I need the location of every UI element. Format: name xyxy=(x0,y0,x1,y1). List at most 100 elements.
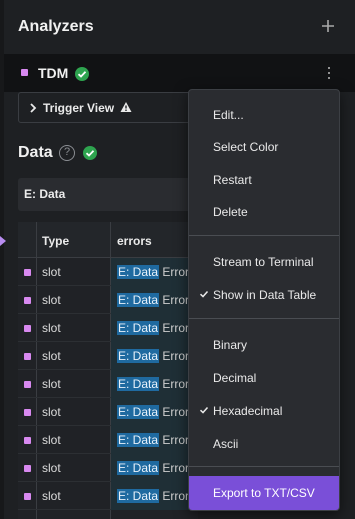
errors-cell: E: Data Error xyxy=(117,321,189,335)
data-status-ok-icon xyxy=(83,146,97,160)
table-row[interactable]: slot E: Data Error xyxy=(18,258,198,286)
row-color-marker xyxy=(24,493,31,500)
errors-cell-text: Error xyxy=(159,321,190,335)
type-cell: slot xyxy=(42,377,61,391)
menu-item-label: Hexadecimal xyxy=(213,404,283,418)
menu-item-binary[interactable]: Binary xyxy=(189,330,339,360)
column-header-type[interactable]: Type xyxy=(42,234,69,248)
export-to-csv-button[interactable]: Export to TXT/CSV xyxy=(189,476,339,510)
errors-cell: E: Data Error xyxy=(117,293,189,307)
errors-cell-text: Error xyxy=(159,349,190,363)
search-highlight: E: Data xyxy=(117,405,160,419)
data-section-title: Data xyxy=(18,144,53,161)
type-cell: slot xyxy=(42,461,61,475)
menu-item-label: Select Color xyxy=(213,140,279,154)
search-highlight: E: Data xyxy=(117,489,160,503)
errors-cell: E: Data Error xyxy=(117,433,189,447)
errors-cell-text: Error xyxy=(159,461,190,475)
errors-cell: E: Data Error xyxy=(117,377,189,391)
analyzer-name: TDM xyxy=(38,65,69,81)
menu-item-label: Edit... xyxy=(213,108,244,122)
trigger-view-toggle[interactable]: Trigger View xyxy=(18,92,196,123)
menu-item-label: Restart xyxy=(213,173,252,187)
type-cell: slot xyxy=(42,265,61,279)
errors-cell-text: Error xyxy=(159,377,190,391)
search-highlight: E: Data xyxy=(117,461,160,475)
menu-item-label: Decimal xyxy=(213,371,257,385)
menu-item-label: Show in Data Table xyxy=(213,288,317,302)
menu-separator xyxy=(189,235,339,236)
errors-cell: E: Data Error xyxy=(117,349,189,363)
search-highlight: E: Data xyxy=(117,265,160,279)
table-row[interactable]: slot E: Data Error xyxy=(18,398,198,426)
menu-item-edit[interactable]: Edit... xyxy=(189,100,339,130)
errors-cell: E: Data Error xyxy=(117,489,189,503)
chevron-right-icon xyxy=(30,103,37,113)
menu-separator xyxy=(189,318,339,319)
type-cell: slot xyxy=(42,433,61,447)
menu-item-label: Delete xyxy=(213,205,248,219)
add-analyzer-button[interactable] xyxy=(318,16,338,36)
menu-item-ascii[interactable]: Ascii xyxy=(189,429,339,459)
errors-cell-text: Error xyxy=(159,489,190,503)
search-highlight: E: Data xyxy=(117,293,160,307)
table-row[interactable]: slot E: Data Error xyxy=(18,426,198,454)
menu-item-show-in-data-table[interactable]: Show in Data Table xyxy=(189,280,339,310)
row-color-marker xyxy=(24,269,31,276)
search-highlight: E: Data xyxy=(117,349,160,363)
panel-header: Analyzers xyxy=(0,0,355,54)
errors-cell: E: Data Error xyxy=(117,405,189,419)
search-highlight: E: Data xyxy=(117,321,160,335)
row-color-marker xyxy=(24,297,31,304)
type-cell: slot xyxy=(42,405,61,419)
menu-item-delete[interactable]: Delete xyxy=(189,197,339,227)
menu-item-select-color[interactable]: Select Color xyxy=(189,132,339,162)
menu-item-decimal[interactable]: Decimal xyxy=(189,363,339,393)
search-input[interactable]: E: Data xyxy=(18,178,208,211)
more-options-icon[interactable] xyxy=(324,64,334,82)
row-color-marker xyxy=(24,465,31,472)
type-cell: slot xyxy=(42,293,61,307)
menu-item-label: Stream to Terminal xyxy=(213,255,314,269)
column-header-errors[interactable]: errors xyxy=(117,234,152,248)
row-color-marker xyxy=(24,353,31,360)
table-row[interactable]: slot E: Data Error xyxy=(18,370,198,398)
table-row[interactable]: slot E: Data Error xyxy=(18,482,198,510)
search-highlight: E: Data xyxy=(117,433,160,447)
panel-title: Analyzers xyxy=(18,18,94,35)
errors-cell: E: Data Error xyxy=(117,461,189,475)
menu-item-label: Ascii xyxy=(213,437,239,451)
warning-icon xyxy=(120,102,132,112)
data-table: Type errors slot E: Data Error slot E: Data… xyxy=(18,222,198,519)
errors-cell-text: Error xyxy=(159,265,190,279)
trigger-view-label: Trigger View xyxy=(43,101,115,115)
type-cell: slot xyxy=(42,489,61,503)
context-menu: Edit... Select Color Restart Delete Stre… xyxy=(188,89,340,511)
help-icon[interactable]: ? xyxy=(59,145,75,161)
menu-item-stream-to-terminal[interactable]: Stream to Terminal xyxy=(189,247,339,277)
checkmark-icon xyxy=(199,406,209,414)
analyzer-row-tdm[interactable]: TDM xyxy=(4,54,355,92)
search-input-value: E: Data xyxy=(24,187,66,201)
errors-cell-text: Error xyxy=(159,433,190,447)
menu-item-label: Binary xyxy=(213,338,248,352)
type-cell: slot xyxy=(42,321,61,335)
table-row[interactable]: slot E: Data Error xyxy=(18,454,198,482)
errors-cell: E: Data Error xyxy=(117,265,189,279)
menu-separator xyxy=(189,466,339,467)
row-color-marker xyxy=(24,437,31,444)
export-label: Export to TXT/CSV xyxy=(213,486,315,500)
table-header: Type errors xyxy=(18,222,198,258)
table-row[interactable]: slot E: Data Error xyxy=(18,342,198,370)
checkmark-icon xyxy=(199,290,209,298)
table-row[interactable]: slot E: Data Error xyxy=(18,314,198,342)
plus-icon xyxy=(322,20,334,32)
errors-cell-text: Error xyxy=(159,293,190,307)
menu-item-hexadecimal[interactable]: Hexadecimal xyxy=(189,396,339,426)
table-row[interactable]: slot E: Data Error xyxy=(18,286,198,314)
analyzers-panel: Analyzers TDM Trigger View Data ? E: Dat… xyxy=(0,0,355,519)
type-cell: slot xyxy=(42,349,61,363)
menu-item-restart[interactable]: Restart xyxy=(189,165,339,195)
analyzer-color-swatch[interactable] xyxy=(21,69,28,76)
errors-cell-text: Error xyxy=(159,405,190,419)
